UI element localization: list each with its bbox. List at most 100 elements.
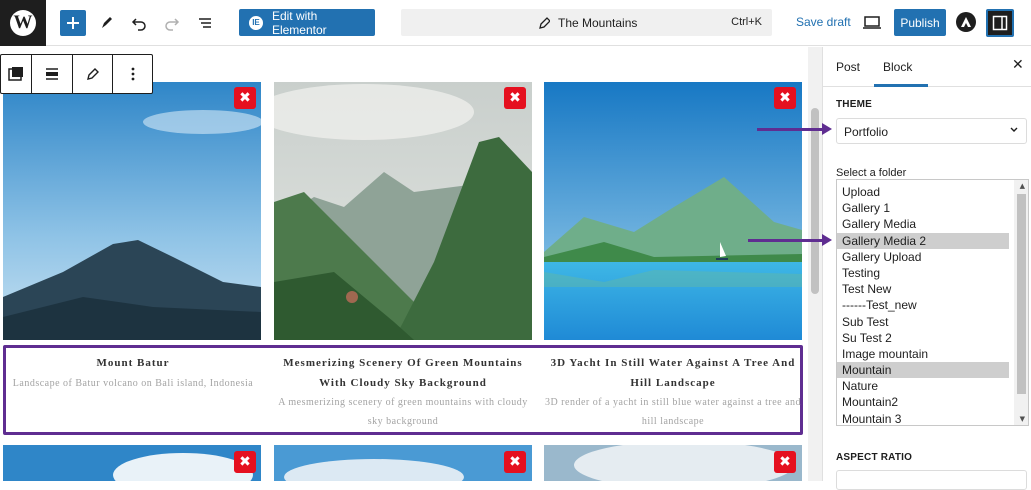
delete-image-button[interactable]: ✖ xyxy=(774,87,796,109)
tools-button[interactable] xyxy=(94,10,120,36)
gallery-caption: 3D Yacht In Still Water Against A Tree A… xyxy=(544,354,802,431)
align-icon xyxy=(46,68,58,80)
wordpress-icon: W xyxy=(10,10,36,36)
delete-image-button[interactable]: ✖ xyxy=(504,87,526,109)
folder-option[interactable]: Test New xyxy=(837,281,1009,297)
block-type-button[interactable] xyxy=(1,55,32,93)
list-view-icon xyxy=(199,18,211,28)
delete-image-button[interactable]: ✖ xyxy=(504,451,526,473)
pencil-icon xyxy=(102,17,112,28)
preview-button[interactable] xyxy=(859,10,885,36)
wordpress-logo-button[interactable]: W xyxy=(0,0,46,46)
delete-image-button[interactable]: ✖ xyxy=(234,87,256,109)
folder-options: Upload Gallery 1 Gallery Media Gallery Medi… xyxy=(837,184,1009,425)
gallery-image-mount-batur[interactable] xyxy=(3,82,261,340)
delete-image-button[interactable]: ✖ xyxy=(774,451,796,473)
folder-option[interactable]: Gallery Media xyxy=(837,216,1009,232)
theme-heading: THEME xyxy=(836,99,872,110)
theme-select[interactable]: Portfolio xyxy=(836,118,1027,144)
gallery-caption: Mesmerizing Scenery Of Green Mountains W… xyxy=(274,354,532,431)
sky-clouds-image xyxy=(274,445,532,481)
image-description: A mesmerizing scenery of green mountains… xyxy=(278,397,528,427)
more-vertical-icon xyxy=(131,67,134,81)
folder-option[interactable]: Nature xyxy=(837,378,1009,394)
editor-canvas: ✖ ✖ ✖ Mount Batur Landscape of Batur vol… xyxy=(0,47,808,481)
redo-button[interactable] xyxy=(159,10,185,36)
sky-clouds-image xyxy=(544,445,802,481)
gallery-block-icon xyxy=(8,67,23,81)
settings-sidebar: Post Block ✕ THEME Portfolio Select a fo… xyxy=(822,47,1031,490)
command-palette-bar[interactable]: The Mountains Ctrl+K xyxy=(401,9,772,36)
astra-icon[interactable] xyxy=(956,12,976,32)
green-mountains-image xyxy=(274,82,532,340)
desktop-icon xyxy=(863,16,881,29)
folder-option[interactable]: Gallery 1 xyxy=(837,200,1009,216)
image-description: 3D render of a yacht in still blue water… xyxy=(544,397,802,427)
aspect-ratio-heading: ASPECT RATIO xyxy=(836,452,913,463)
sidebar-tabs: Post Block ✕ xyxy=(823,47,1031,87)
scroll-down-icon[interactable]: ▼ xyxy=(1020,415,1025,423)
edit-pencil-icon xyxy=(86,68,99,80)
undo-button[interactable] xyxy=(126,10,152,36)
image-description: Landscape of Batur volcano on Bali islan… xyxy=(12,377,254,389)
elementor-icon: IE xyxy=(249,15,263,30)
editor-top-bar: W IE Edit with Elementor The Mountains C… xyxy=(0,0,1031,46)
settings-sidebar-toggle[interactable] xyxy=(986,9,1014,37)
sky-clouds-image xyxy=(3,445,261,481)
tab-post[interactable]: Post xyxy=(836,60,860,74)
plus-icon xyxy=(67,17,79,29)
folder-option[interactable]: ------Test_new xyxy=(837,297,1009,313)
annotation-arrow xyxy=(748,234,832,246)
scroll-up-icon[interactable]: ▲ xyxy=(1020,182,1025,190)
gallery-image[interactable] xyxy=(274,445,532,481)
yacht-lake-image xyxy=(544,82,802,340)
undo-icon xyxy=(131,18,146,31)
save-draft-button[interactable]: Save draft xyxy=(796,15,851,29)
folder-option[interactable]: Su Test 2 xyxy=(837,330,1009,346)
gallery-image-yacht[interactable] xyxy=(544,82,802,340)
folder-option[interactable]: Gallery Upload xyxy=(837,249,1009,265)
edit-with-elementor-button[interactable]: IE Edit with Elementor xyxy=(239,8,375,37)
chevron-down-icon xyxy=(1009,125,1019,138)
pen-nib-icon xyxy=(539,17,550,29)
astra-logo-icon xyxy=(961,17,971,27)
document-overview-button[interactable] xyxy=(192,10,218,36)
gallery-caption: Mount Batur Landscape of Batur volcano o… xyxy=(5,354,261,393)
tab-block[interactable]: Block xyxy=(883,60,912,74)
edit-block-button[interactable] xyxy=(73,55,113,93)
folder-option[interactable]: Image mountain xyxy=(837,346,1009,362)
block-toolbar xyxy=(0,54,153,94)
block-options-button[interactable] xyxy=(113,55,152,93)
edit-with-elementor-label: Edit with Elementor xyxy=(271,8,327,37)
gallery-image[interactable] xyxy=(3,445,261,481)
align-button[interactable] xyxy=(32,55,73,93)
add-block-button[interactable] xyxy=(60,10,86,36)
publish-button[interactable]: Publish xyxy=(894,9,946,36)
keyboard-shortcut: Ctrl+K xyxy=(731,16,762,28)
image-title: Mesmerizing Scenery Of Green Mountains W… xyxy=(283,357,523,389)
gallery-image-green-mountains[interactable] xyxy=(274,82,532,340)
mount-batur-image xyxy=(3,82,261,340)
folder-option[interactable]: Mountain2 xyxy=(837,394,1009,410)
aspect-ratio-select[interactable] xyxy=(836,470,1027,490)
gallery-image[interactable] xyxy=(544,445,802,481)
folder-option[interactable]: Mountain 3 xyxy=(837,411,1009,425)
image-title: Mount Batur xyxy=(96,357,170,369)
post-title: The Mountains xyxy=(558,16,638,30)
canvas-scrollbar-thumb[interactable] xyxy=(811,108,819,294)
folder-option[interactable]: Sub Test xyxy=(837,314,1009,330)
folder-select-label: Select a folder xyxy=(836,167,907,179)
folder-option[interactable]: Testing xyxy=(837,265,1009,281)
image-title: 3D Yacht In Still Water Against A Tree A… xyxy=(550,357,796,389)
folder-list-scrollbar-thumb[interactable] xyxy=(1017,194,1026,394)
close-icon[interactable]: ✕ xyxy=(1012,57,1024,73)
folder-option[interactable]: Gallery Media 2 xyxy=(837,232,1009,249)
delete-image-button[interactable]: ✖ xyxy=(234,451,256,473)
folder-listbox[interactable]: Upload Gallery 1 Gallery Media Gallery Medi… xyxy=(836,179,1029,426)
theme-select-value: Portfolio xyxy=(844,125,889,139)
redo-icon xyxy=(165,18,180,31)
annotation-arrow xyxy=(757,123,832,135)
folder-option[interactable]: Mountain xyxy=(837,362,1009,379)
folder-option[interactable]: Upload xyxy=(837,184,1009,200)
sidebar-icon xyxy=(992,15,1008,31)
